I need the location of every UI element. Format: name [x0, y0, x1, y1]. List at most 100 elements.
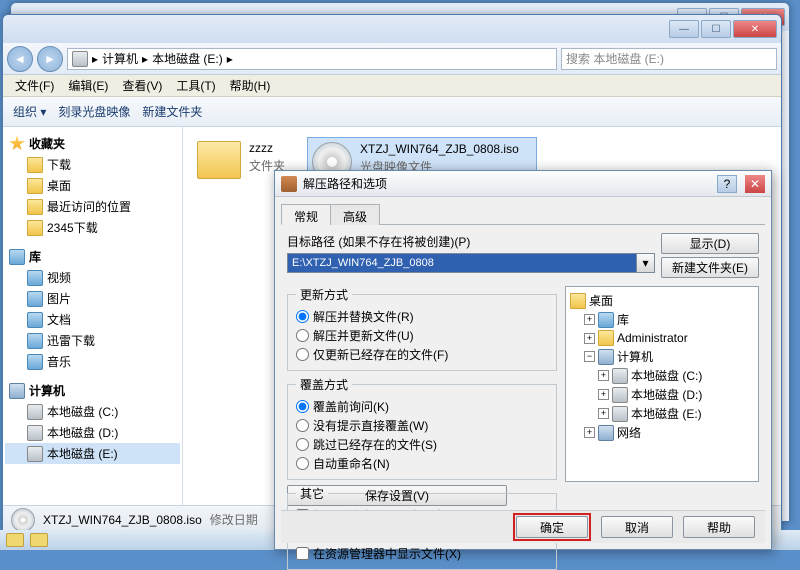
sidebar-item-pictures[interactable]: 图片	[5, 288, 180, 309]
expand-icon[interactable]: +	[584, 427, 595, 438]
search-input[interactable]: 搜索 本地磁盘 (E:)	[561, 48, 777, 70]
destination-path-input[interactable]	[287, 253, 637, 273]
expand-icon[interactable]: +	[598, 408, 609, 419]
menubar: 文件(F) 编辑(E) 查看(V) 工具(T) 帮助(H)	[3, 75, 781, 97]
tab-general[interactable]: 常规	[281, 204, 331, 225]
organize-button[interactable]: 组织 ▾	[13, 103, 46, 120]
radio-extract-update[interactable]: 解压并更新文件(U)	[296, 326, 548, 345]
folder-icon	[27, 199, 43, 215]
expand-icon[interactable]: +	[584, 333, 595, 344]
library-icon	[598, 312, 614, 328]
menu-tools[interactable]: 工具(T)	[172, 75, 219, 96]
expand-icon[interactable]: +	[584, 314, 595, 325]
sidebar-item-drive-d[interactable]: 本地磁盘 (D:)	[5, 422, 180, 443]
sidebar-item-drive-e[interactable]: 本地磁盘 (E:)	[5, 443, 180, 464]
address-bar[interactable]: ▸ 计算机 ▸ 本地磁盘 (E:) ▸	[67, 48, 557, 70]
tree-drive-e[interactable]: +本地磁盘 (E:)	[570, 404, 754, 423]
taskbar-explorer-icon[interactable]	[30, 533, 48, 547]
burn-button[interactable]: 刻录光盘映像	[58, 103, 130, 120]
sidebar-favorites[interactable]: 收藏夹	[5, 133, 180, 154]
radio-ask-overwrite[interactable]: 覆盖前询问(K)	[296, 397, 548, 416]
nav-back-button[interactable]: ◄	[7, 46, 33, 72]
tree-computer[interactable]: −计算机	[570, 347, 754, 366]
radio-overwrite-noask[interactable]: 没有提示直接覆盖(W)	[296, 416, 548, 435]
tree-network[interactable]: +网络	[570, 423, 754, 442]
breadcrumb-root[interactable]: 计算机	[102, 50, 138, 67]
library-icon	[9, 249, 25, 265]
tree-drive-d[interactable]: +本地磁盘 (D:)	[570, 385, 754, 404]
computer-icon	[598, 349, 614, 365]
ok-button[interactable]: 确定	[516, 516, 588, 538]
computer-icon	[9, 383, 25, 399]
documents-icon	[27, 312, 43, 328]
maximize-button[interactable]: ☐	[701, 20, 731, 38]
sidebar-item-2345[interactable]: 2345下载	[5, 217, 180, 238]
group-update-mode: 更新方式 解压并替换文件(R) 解压并更新文件(U) 仅更新已经存在的文件(F)	[287, 286, 557, 371]
folder-icon	[27, 220, 43, 236]
archive-icon	[281, 176, 297, 192]
dialog-tabs: 常规 高级	[281, 203, 765, 225]
breadcrumb-sep: ▸	[227, 52, 233, 66]
tree-drive-c[interactable]: +本地磁盘 (C:)	[570, 366, 754, 385]
close-button[interactable]: ✕	[733, 20, 777, 38]
newfolder-button[interactable]: 新建文件夹(E)	[661, 257, 759, 278]
sidebar-item-download[interactable]: 下载	[5, 154, 180, 175]
collapse-icon[interactable]: −	[584, 351, 595, 362]
minimize-button[interactable]: —	[669, 20, 699, 38]
menu-view[interactable]: 查看(V)	[118, 75, 166, 96]
taskbar-explorer-icon[interactable]	[6, 533, 24, 547]
breadcrumb-sep: ▸	[92, 52, 98, 66]
toolbar: 组织 ▾ 刻录光盘映像 新建文件夹	[3, 97, 781, 127]
dialog-title: 解压路径和选项	[303, 175, 387, 192]
titlebar[interactable]: — ☐ ✕	[3, 15, 781, 43]
sidebar-item-documents[interactable]: 文档	[5, 309, 180, 330]
desktop-icon	[570, 293, 586, 309]
radio-auto-rename[interactable]: 自动重命名(N)	[296, 454, 548, 473]
sidebar-item-music[interactable]: 音乐	[5, 351, 180, 372]
check-show-in-explorer[interactable]: 在资源管理器中显示文件(X)	[296, 544, 548, 563]
group-update-title: 更新方式	[296, 286, 352, 303]
help-button[interactable]: 帮助	[683, 516, 755, 538]
sidebar-item-desktop[interactable]: 桌面	[5, 175, 180, 196]
expand-icon[interactable]: +	[598, 370, 609, 381]
dialog-close-button[interactable]: ✕	[745, 175, 765, 193]
drive-icon	[612, 406, 628, 422]
user-icon	[598, 330, 614, 346]
ok-button-highlight: 确定	[513, 513, 591, 541]
menu-help[interactable]: 帮助(H)	[226, 75, 275, 96]
show-button[interactable]: 显示(D)	[661, 233, 759, 254]
cancel-button[interactable]: 取消	[601, 516, 673, 538]
sidebar-computer[interactable]: 计算机	[5, 380, 180, 401]
sidebar: 收藏夹 下载 桌面 最近访问的位置 2345下载 库 视频 图片 文档 迅雷下载…	[3, 127, 183, 505]
tab-advanced[interactable]: 高级	[330, 204, 380, 225]
radio-freshen[interactable]: 仅更新已经存在的文件(F)	[296, 345, 548, 364]
tree-desktop[interactable]: 桌面	[570, 291, 754, 310]
sidebar-libraries[interactable]: 库	[5, 246, 180, 267]
menu-file[interactable]: 文件(F)	[11, 75, 58, 96]
sidebar-item-drive-c[interactable]: 本地磁盘 (C:)	[5, 401, 180, 422]
sidebar-item-xunlei[interactable]: 迅雷下载	[5, 330, 180, 351]
breadcrumb-drive[interactable]: 本地磁盘 (E:)	[152, 50, 223, 67]
drive-icon	[72, 51, 88, 67]
nav-forward-button[interactable]: ►	[37, 46, 63, 72]
video-icon	[27, 270, 43, 286]
status-filename: XTZJ_WIN764_ZJB_0808.iso	[43, 513, 202, 527]
radio-extract-replace[interactable]: 解压并替换文件(R)	[296, 307, 548, 326]
menu-edit[interactable]: 编辑(E)	[64, 75, 112, 96]
dialog-help-button[interactable]: ?	[717, 175, 737, 193]
sidebar-item-recent[interactable]: 最近访问的位置	[5, 196, 180, 217]
star-icon	[9, 136, 25, 152]
dialog-titlebar[interactable]: 解压路径和选项 ? ✕	[275, 171, 771, 197]
sidebar-item-video[interactable]: 视频	[5, 267, 180, 288]
tree-libraries[interactable]: +库	[570, 310, 754, 329]
disc-icon	[11, 508, 35, 532]
radio-skip-existing[interactable]: 跳过已经存在的文件(S)	[296, 435, 548, 454]
drive-icon	[27, 404, 43, 420]
music-icon	[27, 354, 43, 370]
folder-tree[interactable]: 桌面 +库 +Administrator −计算机 +本地磁盘 (C:) +本地…	[565, 286, 759, 482]
drive-icon	[612, 387, 628, 403]
expand-icon[interactable]: +	[598, 389, 609, 400]
path-dropdown-button[interactable]: ▾	[637, 253, 655, 273]
newfolder-button[interactable]: 新建文件夹	[142, 103, 202, 120]
tree-admin[interactable]: +Administrator	[570, 329, 754, 347]
